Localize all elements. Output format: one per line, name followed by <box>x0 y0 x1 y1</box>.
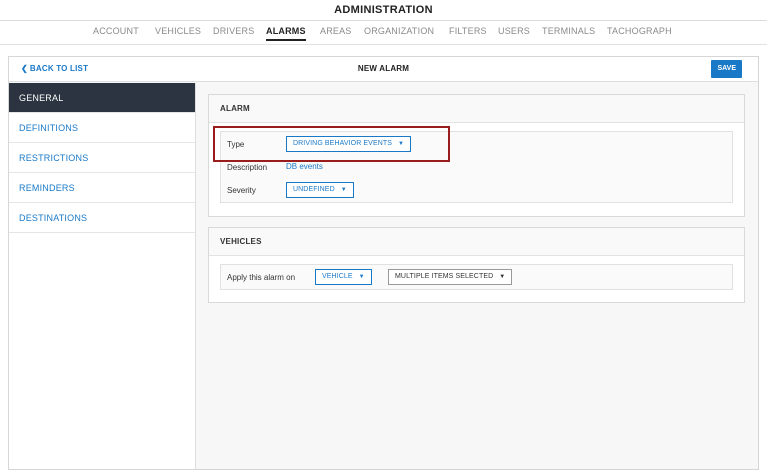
tab-tachograph[interactable]: TACHOGRAPH <box>607 26 672 36</box>
items-value: MULTIPLE ITEMS SELECTED <box>395 273 494 280</box>
caret-down-icon: ▼ <box>340 187 347 193</box>
alarm-panel-heading: ALARM <box>209 95 744 123</box>
apply-row: Apply this alarm on <box>227 273 295 282</box>
save-button[interactable]: SAVE <box>711 60 742 78</box>
description-row: Description <box>227 163 267 172</box>
sidebar-item-definitions[interactable]: DEFINITIONS <box>9 113 195 143</box>
tab-filters[interactable]: FILTERS <box>449 26 487 36</box>
sidebar-item-restrictions[interactable]: RESTRICTIONS <box>9 143 195 173</box>
sidebar-item-general[interactable]: GENERAL <box>9 83 195 113</box>
tab-users[interactable]: USERS <box>498 26 530 36</box>
tab-vehicles[interactable]: VEHICLES <box>155 26 201 36</box>
sidebar-item-reminders[interactable]: REMINDERS <box>9 173 195 203</box>
target-value: VEHICLE <box>322 273 353 280</box>
alarm-editor: ❮ BACK TO LIST NEW ALARM SAVE GENERAL DEF… <box>8 56 759 470</box>
vehicles-panel-body: Apply this alarm on VEHICLE ▼ MULTIPLE IT… <box>209 256 744 298</box>
apply-label: Apply this alarm on <box>227 273 296 282</box>
tab-terminals[interactable]: TERMINALS <box>542 26 595 36</box>
caret-down-icon: ▼ <box>499 274 506 280</box>
description-label: Description <box>227 163 268 172</box>
divider <box>0 20 767 21</box>
tab-alarms[interactable]: ALARMS <box>266 26 306 41</box>
description-value[interactable]: DB events <box>286 162 323 171</box>
app-title: ADMINISTRATION <box>334 4 433 16</box>
vehicles-panel-heading: VEHICLES <box>209 228 744 256</box>
tab-drivers[interactable]: DRIVERS <box>213 26 254 36</box>
severity-dropdown[interactable]: UNDEFINED ▼ <box>286 182 354 198</box>
sidebar: GENERAL DEFINITIONS RESTRICTIONS REMINDE… <box>9 83 196 469</box>
tab-account[interactable]: ACCOUNT <box>93 26 139 36</box>
vehicles-fields: Apply this alarm on VEHICLE ▼ MULTIPLE IT… <box>220 264 733 290</box>
severity-value: UNDEFINED <box>293 186 335 193</box>
severity-row: Severity <box>227 186 256 195</box>
severity-label: Severity <box>227 186 256 195</box>
target-dropdown[interactable]: VEHICLE ▼ <box>315 269 372 285</box>
page-title: NEW ALARM <box>357 64 410 73</box>
editor-header: ❮ BACK TO LIST NEW ALARM SAVE <box>9 57 758 82</box>
tab-organization[interactable]: ORGANIZATION <box>364 26 434 36</box>
divider <box>0 44 767 45</box>
tab-areas[interactable]: AREAS <box>320 26 352 36</box>
items-dropdown[interactable]: MULTIPLE ITEMS SELECTED ▼ <box>388 269 513 285</box>
sidebar-item-destinations[interactable]: DESTINATIONS <box>9 203 195 233</box>
admin-tabs: ACCOUNT VEHICLES DRIVERS ALARMS AREAS OR… <box>0 22 767 44</box>
caret-down-icon: ▼ <box>358 274 365 280</box>
vehicles-panel: VEHICLES Apply this alarm on VEHICLE ▼ MU… <box>208 227 745 303</box>
highlight-frame <box>213 126 450 162</box>
